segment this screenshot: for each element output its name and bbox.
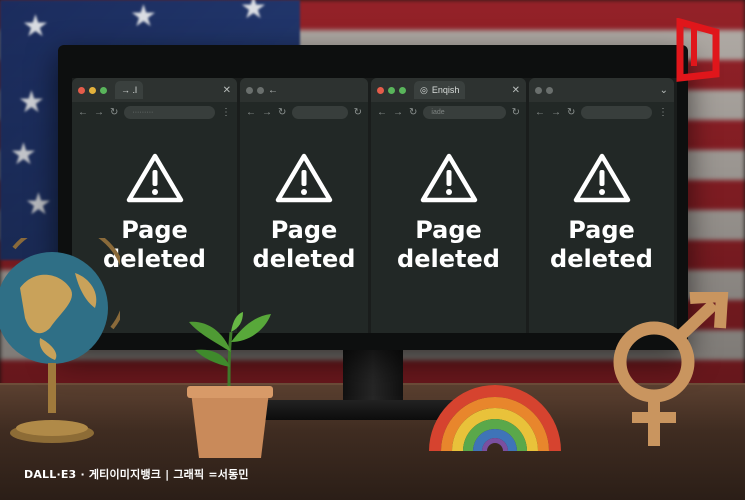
back-arrow-icon[interactable]: ← [535, 107, 545, 118]
menu-icon[interactable]: ⋮ [658, 107, 668, 118]
minimize-window-button[interactable] [257, 86, 264, 94]
wooden-rainbow [429, 385, 561, 451]
minimize-window-button[interactable] [546, 86, 553, 94]
back-arrow-icon[interactable]: ← [377, 107, 387, 118]
male-female-symbol [613, 292, 729, 446]
nav-bar: ← → ↻ ⋮ [529, 102, 674, 122]
forward-arrow-icon[interactable]: → [393, 107, 403, 118]
scene: ★ ★ ★ ★ ★ ★ → .l ✕ ← → ↻ ········· ⋮ [0, 0, 745, 500]
browser-window: ← ← → ↻ ↻ Page deleted [240, 78, 368, 333]
address-bar[interactable]: iade [423, 105, 506, 119]
tab-bar: → .l ✕ [72, 78, 237, 102]
back-arrow-icon[interactable]: ← [78, 107, 88, 118]
address-bar[interactable] [292, 105, 348, 119]
globe-icon: ◎ [420, 84, 428, 95]
reload-icon[interactable]: ↻ [354, 107, 362, 118]
page-deleted-message: Page deleted [253, 216, 356, 274]
close-icon[interactable]: ✕ [223, 85, 231, 96]
warning-triangle-icon [573, 153, 630, 203]
browser-window: ◎ Enqish ✕ ← → ↻ iade ↻ Page deleted [371, 78, 526, 333]
reload-icon[interactable]: ↻ [512, 107, 520, 118]
message-line: deleted [550, 245, 653, 273]
close-window-button[interactable] [535, 86, 542, 94]
message-line: Page [415, 216, 482, 244]
nav-bar: ← → ↻ iade ↻ [371, 102, 526, 122]
message-line: deleted [397, 245, 500, 273]
forward-arrow-icon[interactable]: → [551, 107, 561, 118]
red-bracket-logo [676, 18, 720, 82]
message-line: Page [568, 216, 635, 244]
warning-triangle-icon [420, 153, 477, 203]
reload-icon[interactable]: ↻ [278, 107, 286, 118]
image-credit: DALL·E3 · 게티이미지뱅크 | 그래픽 =서동민 [24, 468, 249, 481]
address-text: ········· [132, 108, 154, 116]
desk-globe [0, 238, 120, 443]
forward-arrow-icon[interactable]: → [262, 107, 272, 118]
tab-bar: ⌄ [529, 78, 674, 102]
message-line: Page [270, 216, 338, 244]
address-text: iade [431, 108, 445, 116]
tab-label: → .l [121, 85, 138, 95]
nav-bar: ← → ↻ ········· ⋮ [72, 102, 237, 122]
maximize-window-button[interactable] [100, 86, 107, 94]
warning-triangle-icon [126, 153, 183, 203]
page-deleted-message: Page deleted [397, 216, 500, 274]
minimize-window-button[interactable] [388, 86, 395, 94]
close-icon[interactable]: ✕ [512, 85, 520, 96]
reload-icon[interactable]: ↻ [110, 107, 118, 118]
address-bar[interactable] [581, 105, 652, 119]
chevron-down-icon[interactable]: ⌄ [660, 85, 668, 96]
message-line: deleted [252, 245, 356, 273]
page-content: Page deleted [240, 122, 368, 333]
close-window-button[interactable] [377, 86, 384, 94]
monitor-screen: → .l ✕ ← → ↻ ········· ⋮ Page deleted ← … [72, 78, 677, 333]
browser-tab[interactable]: → .l [115, 81, 144, 99]
page-content: Page deleted [371, 122, 526, 333]
tab-label: ← [268, 84, 278, 96]
potted-plant [187, 312, 273, 458]
tab-bar: ← [240, 78, 368, 102]
browser-tab[interactable]: ◎ Enqish [414, 81, 466, 99]
menu-icon[interactable]: ⋮ [221, 107, 231, 118]
close-window-button[interactable] [246, 86, 253, 94]
reload-icon[interactable]: ↻ [409, 107, 417, 118]
warning-triangle-icon [275, 153, 333, 203]
tab-bar: ◎ Enqish ✕ [371, 78, 526, 102]
tab-label: Enqish [431, 85, 460, 95]
page-deleted-message: Page deleted [550, 216, 653, 274]
reload-icon[interactable]: ↻ [567, 107, 575, 118]
minimize-window-button[interactable] [89, 86, 96, 94]
address-bar[interactable]: ········· [124, 105, 215, 119]
forward-arrow-icon[interactable]: → [94, 107, 104, 118]
nav-bar: ← → ↻ ↻ [240, 102, 368, 122]
close-window-button[interactable] [78, 86, 85, 94]
maximize-window-button[interactable] [399, 86, 406, 94]
back-arrow-icon[interactable]: ← [246, 107, 256, 118]
